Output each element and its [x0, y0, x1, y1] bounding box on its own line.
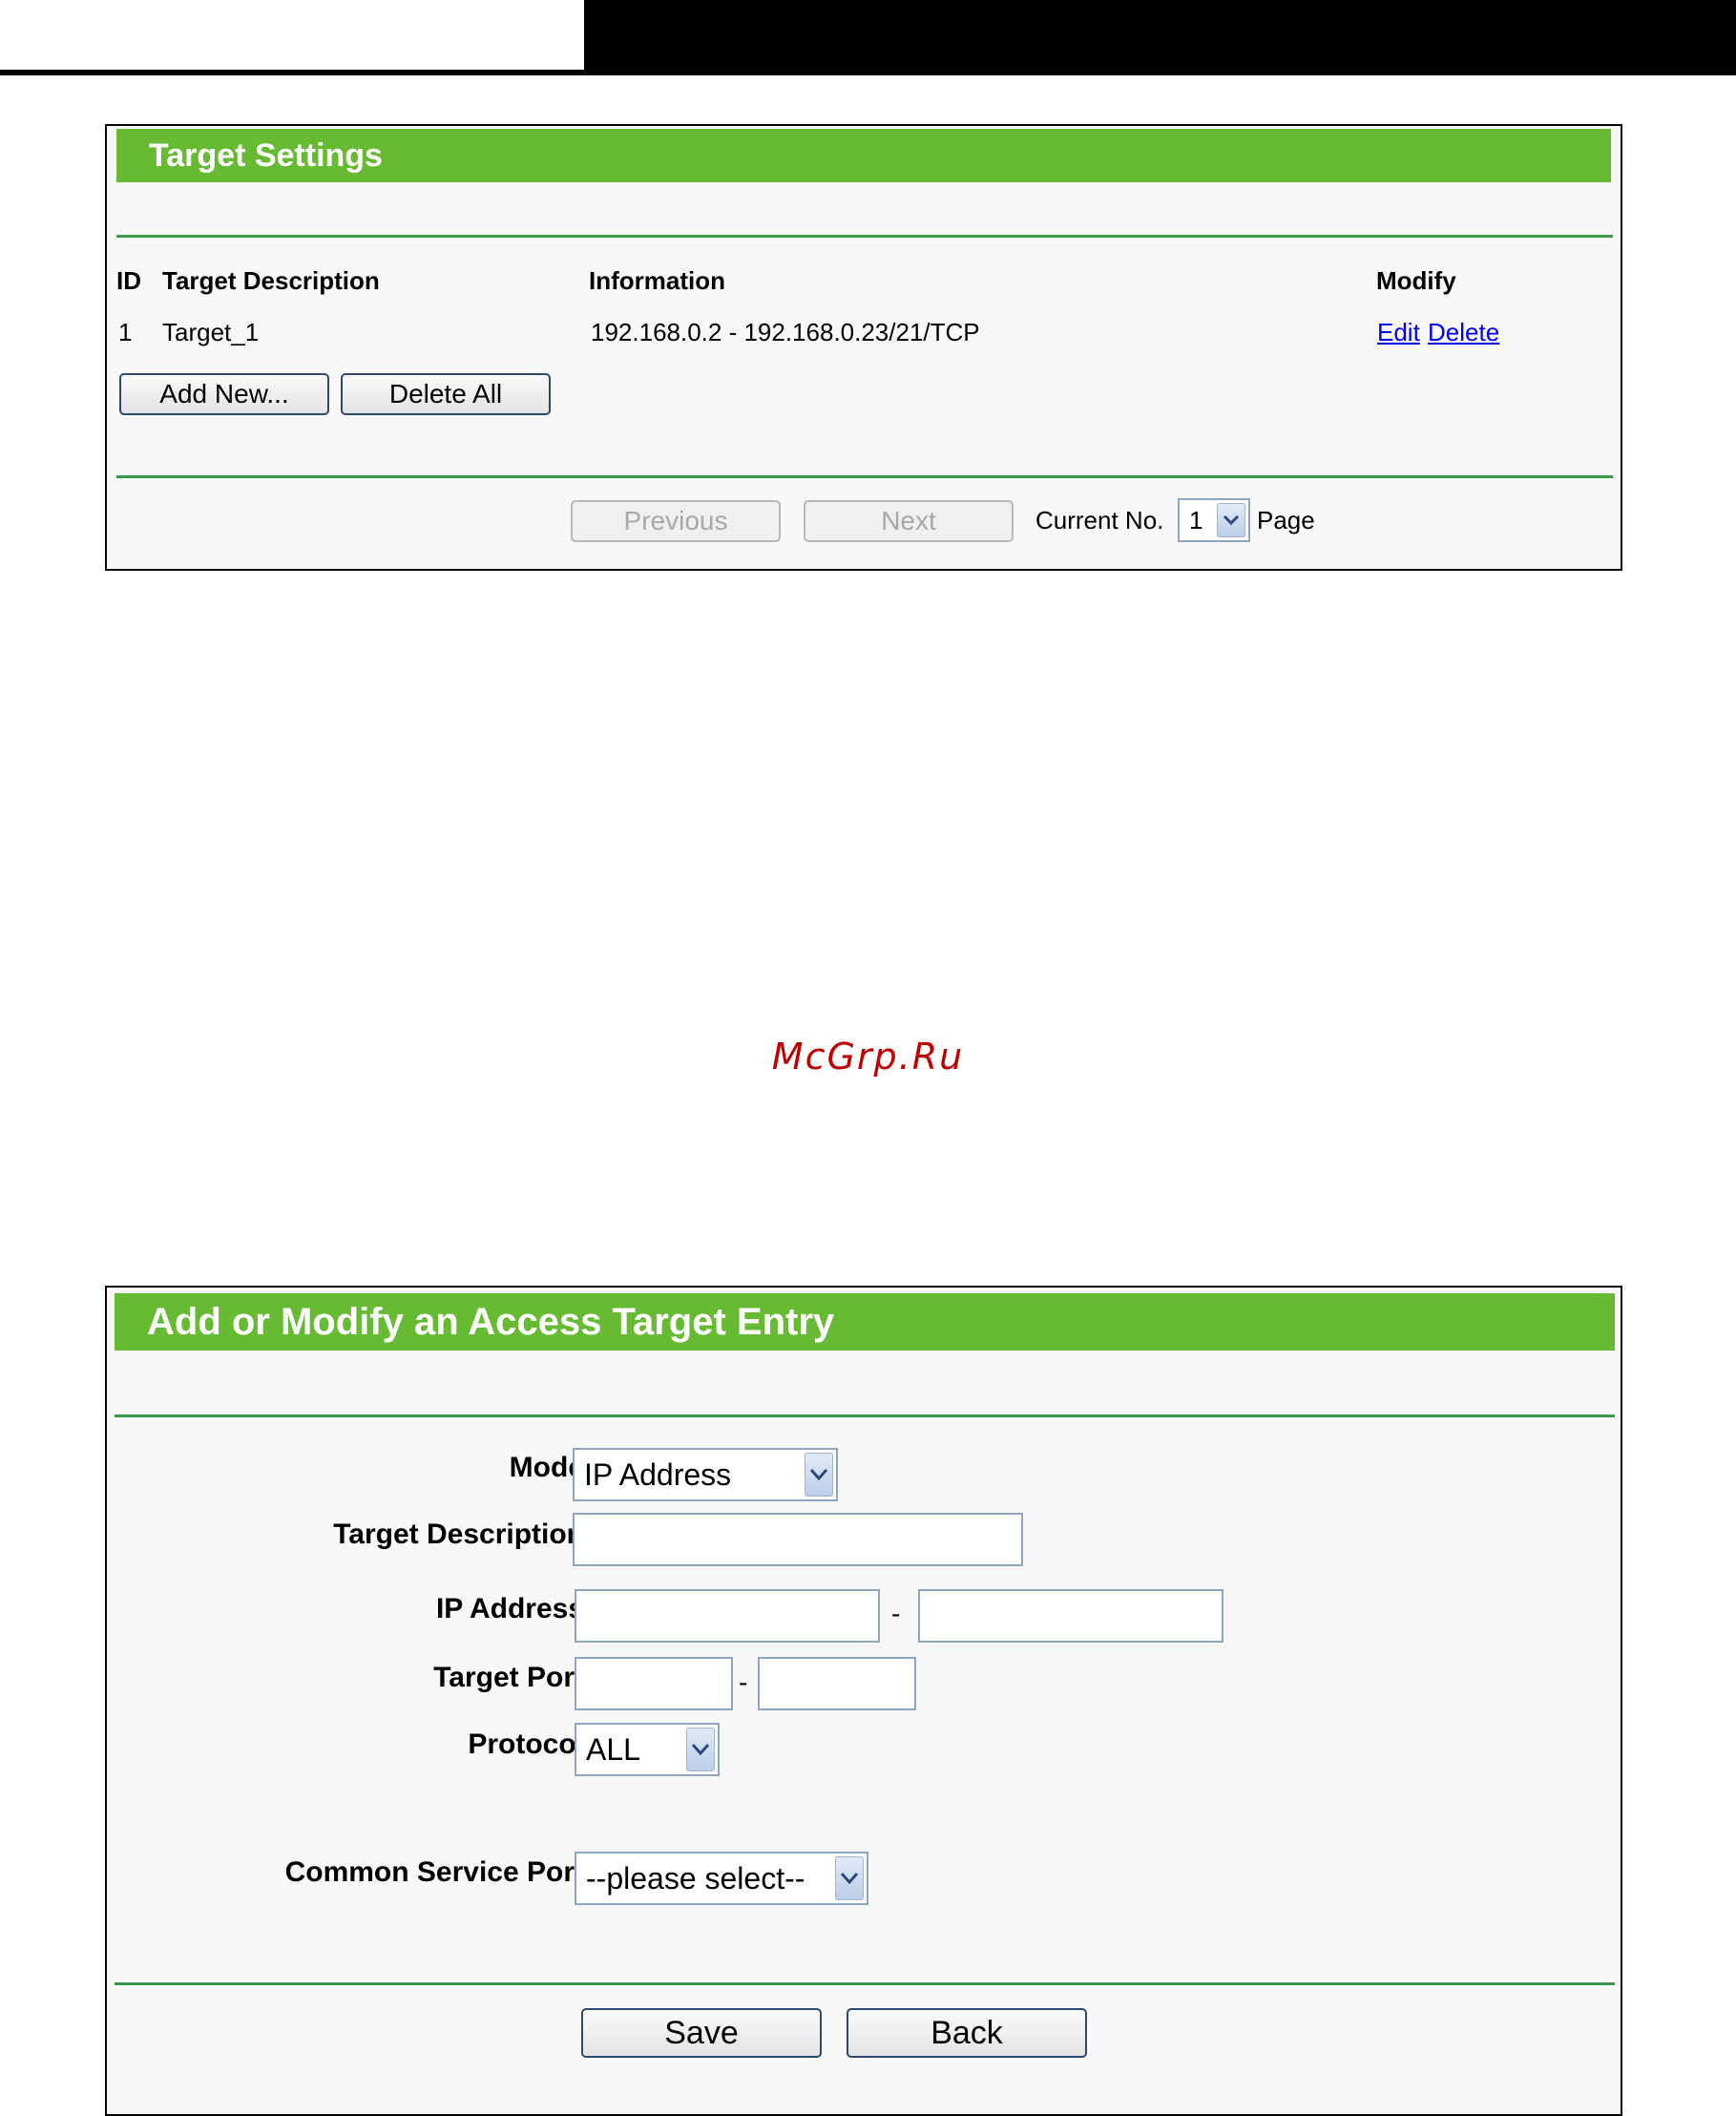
divider [115, 1982, 1615, 1985]
delete-link[interactable]: Delete [1428, 318, 1499, 347]
save-button[interactable]: Save [581, 2008, 822, 2058]
edit-link[interactable]: Edit [1377, 318, 1420, 347]
target-settings-title: Target Settings [116, 129, 1611, 182]
target-settings-panel: Target Settings ID Target Description In… [105, 124, 1622, 571]
ip-address-label: IP Address: [435, 1593, 594, 1624]
delete-all-button[interactable]: Delete All [341, 373, 551, 415]
column-header-information: Information [589, 266, 725, 295]
back-button[interactable]: Back [847, 2008, 1087, 2058]
target-port-start-input[interactable] [575, 1657, 733, 1710]
ip-address-end-input[interactable] [918, 1589, 1224, 1643]
port-range-separator: - [739, 1667, 748, 1697]
ip-address-start-input[interactable] [575, 1589, 880, 1643]
chevron-down-icon [686, 1728, 715, 1771]
document-header-bar [584, 0, 1736, 73]
common-service-port-label: Common Service Port: [284, 1856, 594, 1888]
document-header-rule [0, 70, 1736, 75]
divider [115, 1414, 1615, 1417]
mode-select-value: IP Address [584, 1456, 732, 1492]
common-service-port-select[interactable]: --please select-- [575, 1852, 868, 1905]
access-target-form-title-text: Add or Modify an Access Target Entry [147, 1300, 835, 1343]
next-button[interactable]: Next [804, 500, 1014, 542]
common-service-port-value: --please select-- [586, 1860, 805, 1896]
add-new-button[interactable]: Add New... [119, 373, 329, 415]
mode-select[interactable]: IP Address [573, 1448, 838, 1501]
divider [116, 475, 1613, 478]
column-header-target-description: Target Description [162, 266, 380, 295]
target-description-label: Target Description: [333, 1519, 594, 1550]
row-target-description: Target_1 [162, 318, 260, 346]
target-port-label: Target Port: [433, 1662, 594, 1693]
row-id: 1 [118, 318, 133, 346]
protocol-select-value: ALL [586, 1731, 640, 1767]
previous-button[interactable]: Previous [571, 500, 781, 542]
ip-range-separator: - [891, 1599, 901, 1628]
page-label: Page [1257, 506, 1315, 534]
target-port-end-input[interactable] [758, 1657, 916, 1710]
chevron-down-icon [835, 1856, 864, 1900]
page-select[interactable]: 1 [1178, 498, 1250, 542]
page-select-value: 1 [1189, 505, 1203, 534]
chevron-down-icon [805, 1453, 833, 1497]
divider [116, 235, 1613, 238]
protocol-select[interactable]: ALL [575, 1723, 720, 1776]
target-settings-title-text: Target Settings [149, 136, 383, 174]
current-no-label: Current No. [1035, 506, 1164, 534]
target-description-input[interactable] [573, 1513, 1023, 1566]
watermark-text: McGrp.Ru [771, 1036, 965, 1078]
column-header-id: ID [116, 266, 141, 295]
access-target-form-title: Add or Modify an Access Target Entry [115, 1293, 1615, 1351]
column-header-modify: Modify [1376, 266, 1456, 295]
chevron-down-icon [1217, 503, 1245, 537]
row-information: 192.168.0.2 - 192.168.0.23/21/TCP [591, 318, 980, 346]
access-target-form-panel: Add or Modify an Access Target Entry Mod… [105, 1286, 1622, 2116]
